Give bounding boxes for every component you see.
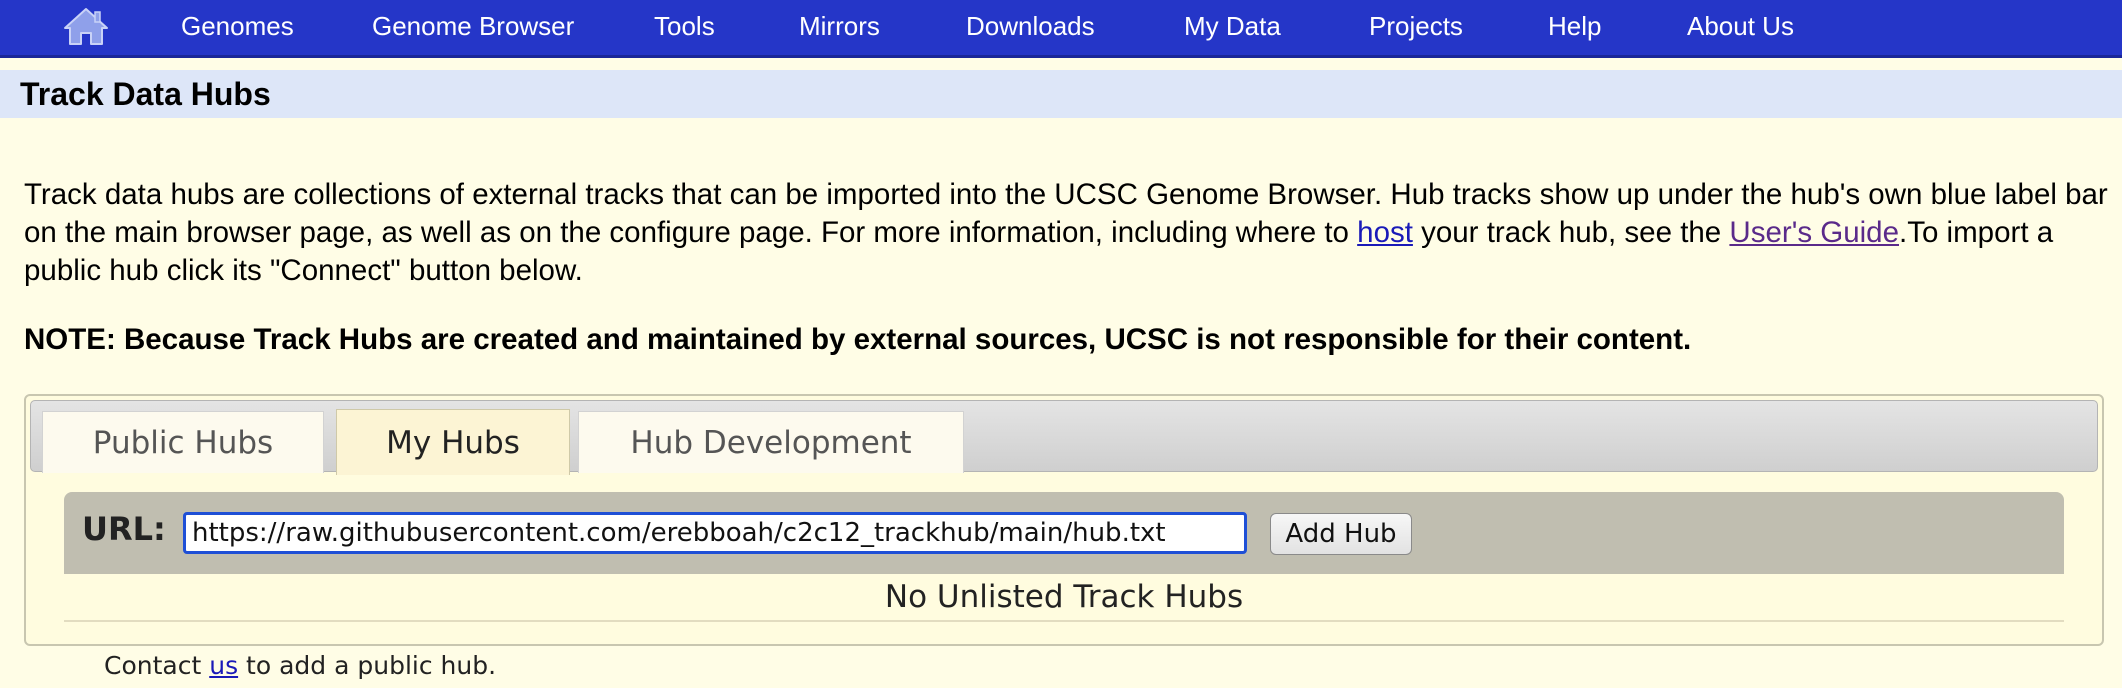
nav-item-about-us[interactable]: About Us: [1687, 11, 1794, 42]
nav-item-mirrors[interactable]: Mirrors: [799, 11, 880, 42]
top-nav-bar: Genomes Genome Browser Tools Mirrors Dow…: [0, 0, 2122, 58]
url-label: URL:: [82, 510, 166, 548]
nav-item-projects[interactable]: Projects: [1369, 11, 1463, 42]
nav-item-help[interactable]: Help: [1548, 11, 1601, 42]
users-guide-link[interactable]: User's Guide: [1729, 216, 1899, 249]
nav-item-tools[interactable]: Tools: [654, 11, 715, 42]
intro-paragraph: Track data hubs are collections of exter…: [24, 176, 2114, 290]
home-icon[interactable]: [62, 6, 110, 46]
tab-my-hubs[interactable]: My Hubs: [336, 409, 570, 475]
hub-url-input[interactable]: [183, 512, 1247, 554]
contact-text-after: to add a public hub.: [238, 651, 497, 680]
nav-item-my-data[interactable]: My Data: [1184, 11, 1281, 42]
add-hub-button[interactable]: Add Hub: [1270, 513, 1412, 555]
no-unlisted-hubs-message: No Unlisted Track Hubs: [64, 574, 2064, 622]
contact-line: Contact us to add a public hub.: [104, 651, 496, 680]
tab-public-hubs[interactable]: Public Hubs: [42, 411, 324, 473]
nav-item-genome-browser[interactable]: Genome Browser: [372, 11, 574, 42]
nav-item-genomes[interactable]: Genomes: [181, 11, 294, 42]
nav-item-downloads[interactable]: Downloads: [966, 11, 1095, 42]
tab-hub-development[interactable]: Hub Development: [578, 411, 964, 473]
page-title-bar: Track Data Hubs: [0, 70, 2122, 118]
contact-text-before: Contact: [104, 651, 210, 680]
disclaimer-note: NOTE: Because Track Hubs are created and…: [24, 323, 1692, 356]
contact-us-link[interactable]: us: [209, 651, 238, 680]
page-title: Track Data Hubs: [20, 76, 271, 112]
host-link[interactable]: host: [1357, 216, 1413, 249]
intro-text-2: your track hub, see the: [1412, 216, 1730, 249]
